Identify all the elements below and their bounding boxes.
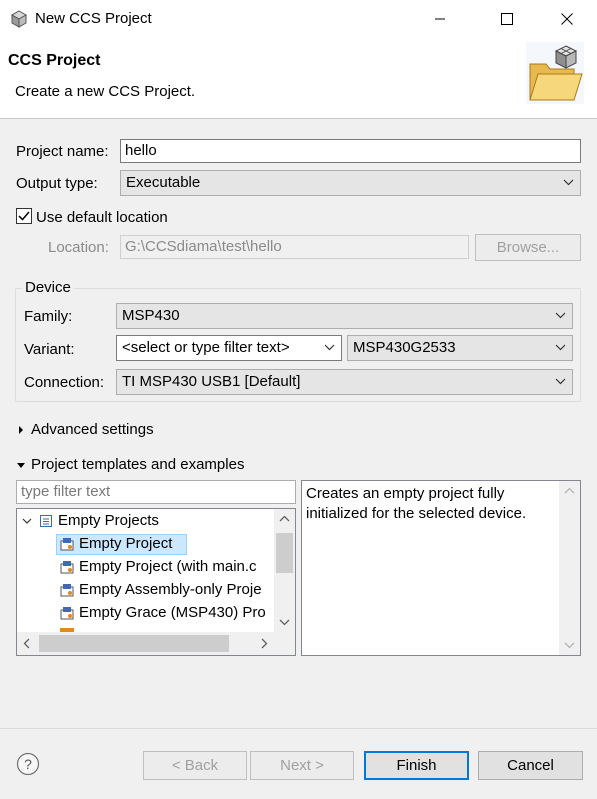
footer-divider: [0, 728, 597, 729]
back-button[interactable]: < Back: [143, 751, 247, 780]
tree-horizontal-scroll-thumb[interactable]: [39, 635, 229, 652]
scroll-left-icon: [23, 638, 30, 649]
help-button[interactable]: ?: [16, 752, 40, 776]
next-button[interactable]: Next >: [250, 751, 354, 780]
svg-text:?: ?: [24, 756, 32, 772]
description-vertical-scrollbar[interactable]: [559, 481, 580, 655]
tree-item[interactable]: Empty Grace (MSP430) Pro: [60, 604, 274, 621]
folder-list-icon: [40, 514, 52, 527]
advanced-settings-toggle[interactable]: Advanced settings: [16, 421, 154, 438]
location-label: Location:: [48, 239, 109, 256]
scroll-up-icon: [564, 487, 575, 494]
close-icon: [560, 13, 573, 25]
template-icon: [60, 583, 74, 596]
template-icon: [60, 537, 74, 550]
tree-horizontal-scrollbar[interactable]: [17, 632, 274, 655]
window-title: New CCS Project: [35, 10, 152, 27]
minimize-icon: [434, 18, 445, 20]
chevron-down-icon: [22, 518, 32, 524]
scroll-down-icon: [279, 619, 290, 626]
templates-toggle[interactable]: Project templates and examples: [16, 456, 244, 473]
page-description: Create a new CCS Project.: [15, 83, 196, 100]
tree-item-label: Empty Project: [79, 535, 173, 552]
tree-vertical-scroll-thumb[interactable]: [276, 533, 293, 573]
close-button[interactable]: [544, 0, 589, 38]
variant-filter-select[interactable]: <select or type filter text>: [116, 335, 342, 361]
wizard-header: [0, 38, 597, 119]
family-select[interactable]: MSP430: [116, 303, 573, 329]
chevron-down-icon: [563, 179, 574, 186]
scroll-up-icon: [279, 515, 290, 522]
help-icon: ?: [16, 752, 40, 776]
tree-item-label: Empty Project (with main.c: [79, 558, 257, 575]
scroll-down-icon: [564, 642, 575, 649]
family-label: Family:: [24, 308, 73, 325]
output-type-label: Output type:: [16, 175, 98, 192]
page-title: CCS Project: [8, 52, 101, 69]
tree-root-empty-projects[interactable]: Empty Projects: [22, 512, 159, 529]
template-icon: [60, 606, 74, 619]
location-input: G:\CCSdiama\test\hello: [120, 235, 469, 259]
tree-item-label: Empty Assembly-only Proje: [79, 581, 262, 598]
device-group-label: Device: [22, 279, 74, 296]
chevron-down-icon: [555, 344, 566, 351]
output-type-select[interactable]: Executable: [120, 170, 581, 196]
chevron-down-icon: [324, 344, 335, 351]
variant-filter-value: <select or type filter text>: [122, 339, 290, 356]
ccs-app-icon: [10, 10, 28, 28]
use-default-location-checkbox[interactable]: [16, 208, 32, 224]
chevron-right-icon: [19, 425, 23, 434]
project-name-input[interactable]: hello: [120, 139, 581, 163]
tree-item-label: Empty Grace (MSP430) Pro: [79, 604, 266, 621]
maximize-button[interactable]: [484, 0, 529, 38]
template-filter-input[interactable]: type filter text: [16, 480, 296, 504]
family-value: MSP430: [122, 307, 180, 324]
variant-value: MSP430G2533: [353, 339, 456, 356]
finish-button[interactable]: Finish: [364, 751, 469, 780]
tree-item[interactable]: Empty Project: [60, 535, 172, 552]
browse-button[interactable]: Browse...: [475, 234, 581, 261]
project-name-label: Project name:: [16, 143, 109, 160]
connection-label: Connection:: [24, 374, 105, 391]
tree-item[interactable]: Empty Assembly-only Proje: [60, 581, 274, 598]
scroll-corner: [274, 632, 295, 655]
connection-value: TI MSP430 USB1 [Default]: [122, 373, 301, 390]
variant-select[interactable]: MSP430G2533: [347, 335, 573, 361]
checkmark-icon: [18, 211, 30, 221]
output-type-value: Executable: [126, 174, 201, 191]
maximize-icon: [500, 13, 513, 25]
template-description-text: Creates an empty project fully initializ…: [306, 485, 527, 522]
tree-item[interactable]: Empty Project (with main.c: [60, 558, 274, 575]
template-icon: [60, 560, 74, 573]
use-default-location-label: Use default location: [36, 209, 168, 226]
chevron-down-icon: [555, 312, 566, 319]
scroll-right-icon: [261, 638, 268, 649]
variant-label: Variant:: [24, 341, 75, 358]
new-project-folder-icon: [524, 42, 584, 104]
templates-label: Project templates and examples: [31, 456, 245, 473]
chevron-down-icon: [555, 378, 566, 385]
tree-root-label: Empty Projects: [58, 512, 159, 529]
chevron-down-icon: [17, 462, 25, 468]
minimize-button[interactable]: [417, 0, 462, 38]
cancel-button[interactable]: Cancel: [478, 751, 583, 780]
advanced-settings-label: Advanced settings: [31, 421, 154, 438]
connection-select[interactable]: TI MSP430 USB1 [Default]: [116, 369, 573, 395]
tree-vertical-scrollbar[interactable]: [274, 509, 295, 632]
